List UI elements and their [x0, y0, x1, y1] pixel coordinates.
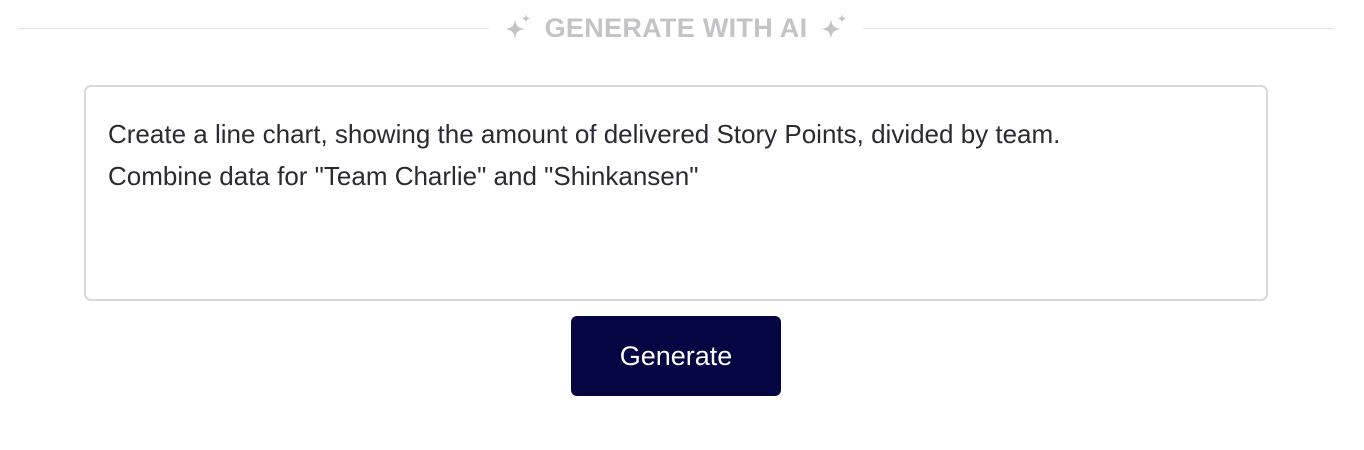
prompt-input[interactable]: Create a line chart, showing the amount … — [84, 85, 1268, 301]
section-title: GENERATE WITH AI — [544, 12, 808, 43]
sparkle-icon — [503, 13, 533, 43]
sparkle-icon — [819, 13, 849, 43]
divider-line-right — [863, 27, 1335, 29]
section-header: GENERATE WITH AI — [489, 13, 864, 44]
divider-line-left — [18, 27, 489, 29]
generate-with-ai-panel: GENERATE WITH AI Create a line chart, sh… — [0, 0, 1364, 450]
generate-button[interactable]: Generate — [571, 316, 781, 396]
section-divider: GENERATE WITH AI — [18, 8, 1335, 48]
